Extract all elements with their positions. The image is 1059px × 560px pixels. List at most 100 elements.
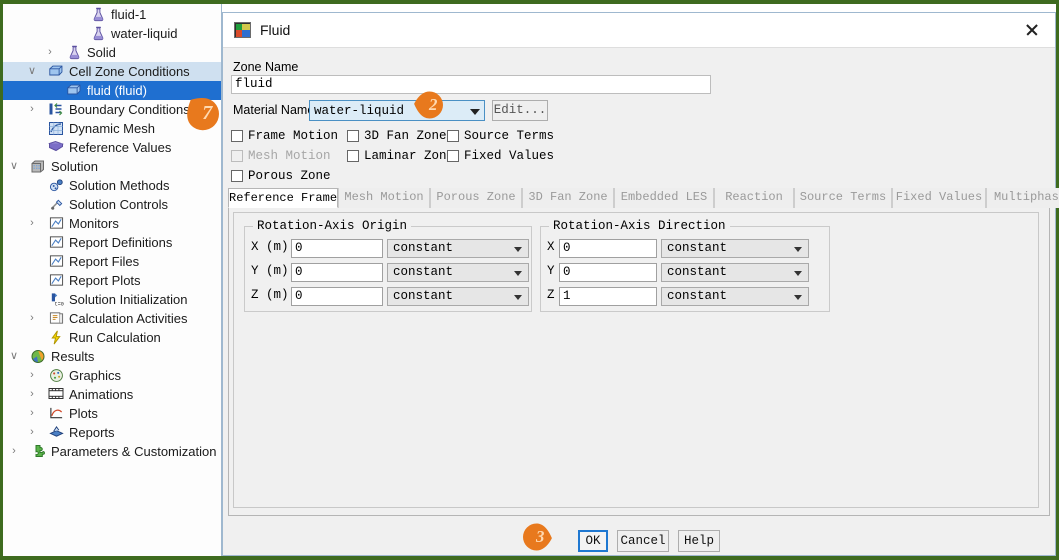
callout-marker-7: 7: [183, 96, 232, 132]
group-rotation-axis-direction: Rotation-Axis Direction X 0 constant Y 0 const…: [540, 219, 830, 312]
material-name-dropdown[interactable]: water-liquid: [309, 100, 485, 121]
checkbox-box: [231, 170, 243, 182]
tree-item-solution-methods[interactable]: Solution Methods: [3, 176, 221, 195]
tab-3d-fan-zone[interactable]: 3D Fan Zone: [522, 188, 614, 208]
chevron-down-icon: [794, 247, 802, 252]
axis-value-input[interactable]: 0: [291, 287, 383, 306]
zone-name-label: Zone Name: [233, 60, 299, 74]
edit-material-button[interactable]: Edit...: [492, 100, 548, 121]
chevron-right-icon[interactable]: ›: [7, 442, 21, 461]
tab-embedded-les[interactable]: Embedded LES: [614, 188, 714, 208]
tree-item-reports[interactable]: › Reports: [3, 423, 221, 442]
chevron-down-icon: [794, 295, 802, 300]
dialog-title: Fluid: [260, 22, 291, 38]
plots-icon: [47, 404, 65, 420]
tree-item-label: Calculation Activities: [69, 311, 188, 326]
tree-item-cell-zone-conditions[interactable]: ∨ Cell Zone Conditions: [3, 62, 221, 81]
checkbox-box: [231, 150, 243, 162]
axis-value-input[interactable]: 0: [291, 263, 383, 282]
tree-item-label: Reports: [69, 425, 115, 440]
chevron-down-icon[interactable]: ∨: [7, 157, 21, 176]
tree-item-calculation-activities[interactable]: › Calculation Activities: [3, 309, 221, 328]
chevron-right-icon[interactable]: ›: [25, 309, 39, 328]
tree-item-solution-initialization[interactable]: t=0 Solution Initialization: [3, 290, 221, 309]
axis-method-value: constant: [393, 289, 454, 303]
chevron-down-icon: [470, 109, 480, 115]
chevron-right-icon[interactable]: ›: [25, 385, 39, 404]
checkbox-label: Fixed Values: [464, 149, 555, 163]
tab-reaction[interactable]: Reaction: [714, 188, 794, 208]
tree-item-animations[interactable]: › Animations: [3, 385, 221, 404]
tab-reference-frame[interactable]: Reference Frame: [228, 188, 338, 208]
tree-item-graphics[interactable]: › Graphics: [3, 366, 221, 385]
chevron-right-icon[interactable]: ›: [43, 43, 57, 62]
chevron-right-icon[interactable]: ›: [25, 404, 39, 423]
fluent-app-icon: [234, 22, 251, 38]
tab-source-terms[interactable]: Source Terms: [794, 188, 892, 208]
axis-row: Y 0 constant: [547, 263, 823, 282]
reference-frame-panel: Rotation-Axis Origin X (m) 0 constant Y (m) 0…: [233, 212, 1039, 508]
reports-icon: [47, 423, 65, 439]
axis-value-input[interactable]: 1: [559, 287, 657, 306]
cancel-button[interactable]: Cancel: [617, 530, 669, 552]
tree-item-solution[interactable]: ∨ Solution: [3, 157, 221, 176]
checkbox-box: [447, 130, 459, 142]
ok-button[interactable]: OK: [578, 530, 608, 552]
report-icon: [47, 271, 65, 287]
svg-text:t=0: t=0: [54, 302, 63, 307]
axis-method-dropdown[interactable]: constant: [661, 239, 809, 258]
tab-fixed-values[interactable]: Fixed Values: [892, 188, 986, 208]
tree-item-fluid-1[interactable]: fluid-1: [3, 5, 221, 24]
checkbox-box: [447, 150, 459, 162]
close-icon[interactable]: [1009, 13, 1055, 47]
dialog-title-bar: Fluid: [223, 13, 1055, 48]
tab-porous-zone[interactable]: Porous Zone: [430, 188, 522, 208]
chevron-right-icon[interactable]: ›: [25, 100, 39, 119]
dialog-button-bar: OK Cancel Help: [223, 525, 1057, 555]
dialog-tab-bar[interactable]: Reference Frame Mesh Motion Porous Zone 3D …: [228, 188, 1059, 208]
group-rotation-axis-origin: Rotation-Axis Origin X (m) 0 constant Y (m) 0…: [244, 219, 532, 312]
tab-content-panel: Rotation-Axis Origin X (m) 0 constant Y (m) 0…: [228, 208, 1050, 516]
axis-method-dropdown[interactable]: constant: [387, 287, 529, 306]
tab-multiphase[interactable]: Multiphase: [986, 188, 1059, 208]
solution-methods-icon: [47, 176, 65, 193]
zone-name-input[interactable]: fluid: [231, 75, 711, 94]
tree-item-label: Run Calculation: [69, 330, 161, 345]
chevron-down-icon[interactable]: ∨: [25, 62, 39, 81]
axis-method-dropdown[interactable]: constant: [387, 239, 529, 258]
checkbox-label: Porous Zone: [248, 169, 331, 183]
tree-item-report-files[interactable]: Report Files: [3, 252, 221, 271]
app-window: fluid-1 water-liquid › Solid ∨ Cell Zone Cond…: [0, 0, 1059, 560]
reference-values-icon: [47, 138, 65, 154]
tab-mesh-motion[interactable]: Mesh Motion: [338, 188, 430, 208]
tree-item-label: Animations: [69, 387, 134, 402]
tree-item-reference-values[interactable]: Reference Values: [3, 138, 221, 157]
tree-item-results[interactable]: ∨ Results: [3, 347, 221, 366]
axis-method-dropdown[interactable]: constant: [661, 263, 809, 282]
axis-value-input[interactable]: 0: [559, 263, 657, 282]
axis-method-dropdown[interactable]: constant: [661, 287, 809, 306]
chevron-right-icon[interactable]: ›: [25, 214, 39, 233]
checkbox-label: Source Terms: [464, 129, 555, 143]
outline-tree-panel[interactable]: fluid-1 water-liquid › Solid ∨ Cell Zone Cond…: [3, 4, 221, 556]
tree-item-water-liquid[interactable]: water-liquid: [3, 24, 221, 43]
cellzone-icon: [47, 62, 65, 78]
axis-method-dropdown[interactable]: constant: [387, 263, 529, 282]
tree-item-parameters-customization[interactable]: › Parameters & Customization: [3, 442, 221, 461]
tree-item-solution-controls[interactable]: Solution Controls: [3, 195, 221, 214]
chevron-right-icon[interactable]: ›: [25, 366, 39, 385]
help-button[interactable]: Help: [678, 530, 720, 552]
tree-item-report-plots[interactable]: Report Plots: [3, 271, 221, 290]
axis-value-input[interactable]: 0: [291, 239, 383, 258]
chevron-right-icon[interactable]: ›: [25, 423, 39, 442]
tree-item-solid[interactable]: › Solid: [3, 43, 221, 62]
tree-item-label: Dynamic Mesh: [69, 121, 155, 136]
tree-item-run-calculation[interactable]: Run Calculation: [3, 328, 221, 347]
checkbox-box: [347, 150, 359, 162]
chevron-down-icon[interactable]: ∨: [7, 347, 21, 366]
tree-item-plots[interactable]: › Plots: [3, 404, 221, 423]
tree-item-monitors[interactable]: › Monitors: [3, 214, 221, 233]
tree-item-report-definitions[interactable]: Report Definitions: [3, 233, 221, 252]
axis-method-value: constant: [393, 241, 454, 255]
axis-value-input[interactable]: 0: [559, 239, 657, 258]
